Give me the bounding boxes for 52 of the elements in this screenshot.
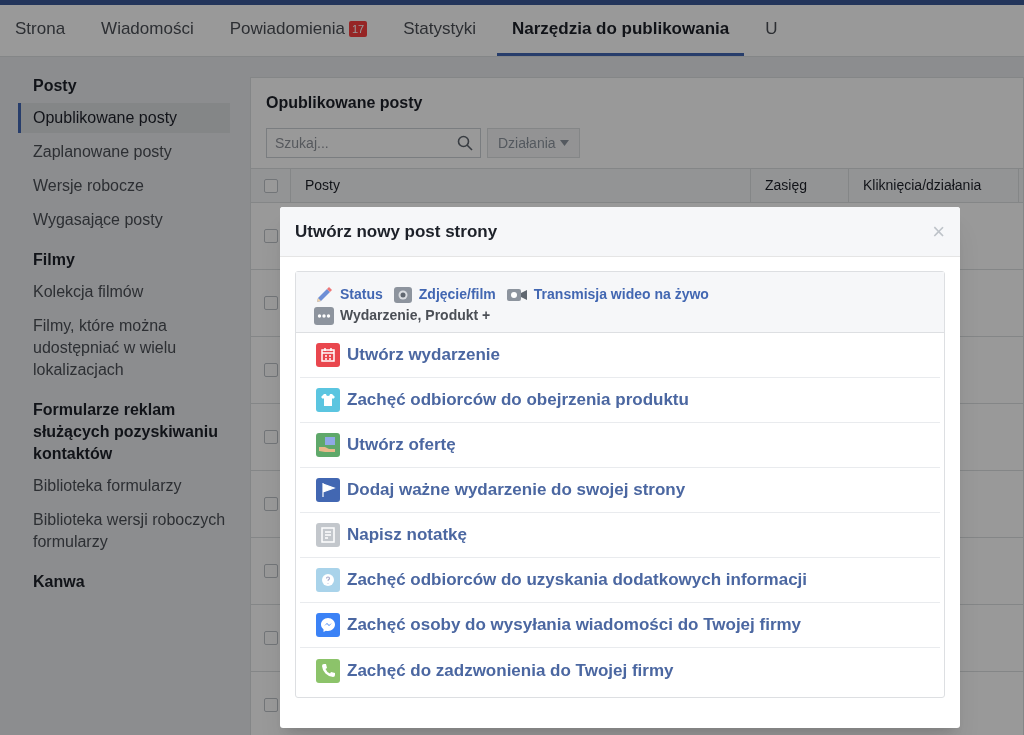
checkbox[interactable] — [263, 178, 278, 193]
nav-tab[interactable]: U — [750, 5, 793, 56]
search-field[interactable]: Szukaj... — [266, 128, 481, 158]
composer-tab[interactable]: Zdjęcie/film — [392, 284, 496, 305]
sidebar-item[interactable]: Opublikowane posty — [18, 103, 230, 133]
sidebar-heading: Posty — [32, 76, 78, 96]
sidebar-heading: Formularze reklam służących pozyskiwaniu kontaktów — [32, 400, 219, 464]
more-icon — [314, 306, 334, 325]
composer-tab[interactable]: Transmisja wideo na żywo — [505, 284, 709, 305]
sidebar-heading: Filmy — [32, 250, 76, 270]
sidebar-heading: Kanwa — [32, 572, 86, 592]
sidebar-item[interactable]: Wygasające posty — [18, 205, 230, 235]
row-checkbox[interactable] — [264, 363, 278, 377]
nav-tab[interactable]: Powiadomienia 17 — [214, 5, 383, 56]
sidebar-item[interactable]: Wersje robocze — [18, 171, 230, 201]
sidebar-item[interactable]: Biblioteka formularzy — [18, 471, 230, 501]
row-checkbox[interactable] — [264, 698, 278, 712]
row-checkbox[interactable] — [264, 229, 278, 243]
dialog-title: Utwórz nowy post strony — [295, 220, 498, 243]
row-checkbox[interactable] — [264, 430, 278, 444]
more-options-tab[interactable]: Wydarzenie, Produkt + — [314, 305, 491, 326]
sidebar-item[interactable]: Kolekcja filmów — [18, 277, 230, 307]
sidebar-item[interactable]: Zaplanowane posty — [18, 137, 230, 167]
post-type-option[interactable]: Zachęć do zadzwonienia do Twojej firmy — [300, 648, 940, 693]
column-header: Zasięg — [751, 169, 849, 202]
column-header: Posty — [291, 169, 751, 202]
row-checkbox[interactable] — [264, 631, 278, 645]
post-type-option[interactable]: Zachęć osoby do wysyłania wiadomości do Twojej firmy — [300, 603, 940, 648]
post-type-option[interactable]: Napisz notatkę — [300, 513, 940, 558]
caret-icon — [559, 140, 569, 146]
nav-tab[interactable]: Strona — [0, 5, 81, 56]
post-type-option[interactable]: Zachęć odbiorców do uzyskania dodatkowych informacji — [300, 558, 940, 603]
column-header: Kliknięcia/działania — [849, 169, 1019, 202]
post-type-option[interactable]: Dodaj ważne wydarzenie do swojej strony — [300, 468, 940, 513]
nav-tab[interactable]: Statystyki — [388, 5, 491, 56]
panel-title: Opublikowane posty — [265, 93, 424, 113]
nav-tab[interactable]: Narzędzia do publikowania — [497, 5, 745, 56]
composer-tab[interactable]: Status — [314, 284, 383, 305]
sidebar-item[interactable]: Biblioteka wersji roboczych formularzy — [18, 505, 230, 557]
camera-icon — [392, 284, 413, 305]
post-type-option[interactable]: Utwórz wydarzenie — [300, 333, 940, 378]
post-type-option[interactable]: Utwórz ofertę — [300, 423, 940, 468]
sidebar-item[interactable]: Filmy, które można udostępniać w wielu lokalizacjach — [18, 311, 230, 385]
row-checkbox[interactable] — [264, 296, 278, 310]
video-camera-icon — [505, 286, 528, 303]
notification-badge: 17 — [349, 21, 368, 37]
nav-tab[interactable]: Wiadomości — [86, 5, 209, 56]
post-type-option[interactable]: Zachęć odbiorców do obejrzenia produktu — [300, 378, 940, 423]
row-checkbox[interactable] — [264, 564, 278, 578]
row-checkbox[interactable] — [264, 497, 278, 511]
search-icon — [457, 135, 473, 151]
pencil-icon — [314, 284, 334, 305]
